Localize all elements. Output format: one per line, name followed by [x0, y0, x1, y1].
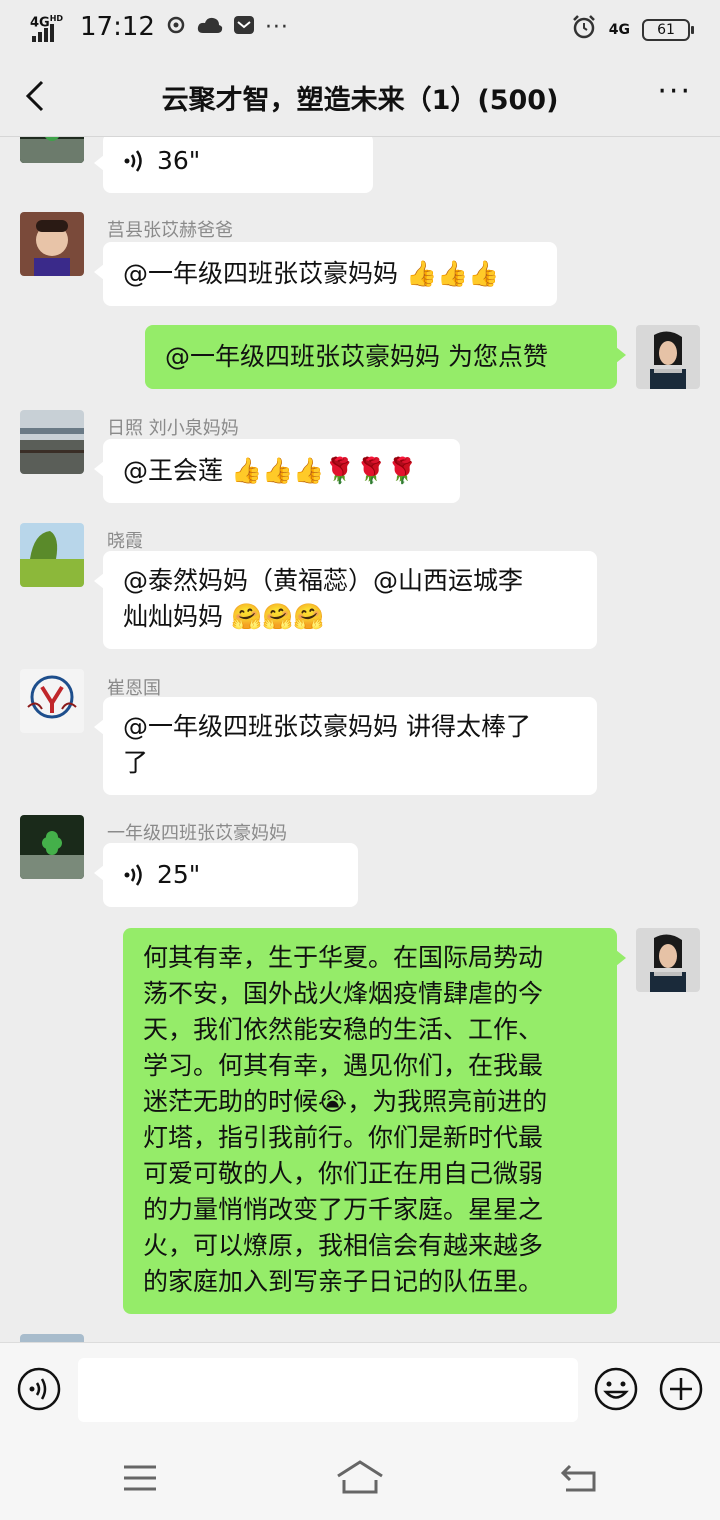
text-message[interactable]: 何其有幸，生于华夏。在国际局势动 荡不安，国外战火烽烟疫情肆虐的今 天，我们依然… [123, 928, 626, 1314]
voice-wave-icon [124, 150, 142, 172]
alarm-icon [571, 14, 597, 46]
chat-header: 云聚才智，塑造未来（1）(500) ··· [0, 56, 720, 137]
avatar[interactable] [20, 137, 84, 163]
lte-icon: 4G [608, 22, 630, 38]
avatar[interactable] [20, 212, 84, 276]
message-text: @一年级四班张苡豪妈妈 👍👍👍 [123, 259, 500, 288]
message-text-line: 灯塔，指引我前行。你们是新时代最 [143, 1123, 544, 1152]
cloud-icon [197, 15, 223, 40]
back-nav-icon[interactable] [560, 1462, 598, 1498]
message-input[interactable] [78, 1358, 578, 1422]
mail-icon [233, 15, 255, 40]
avatar[interactable] [20, 410, 84, 474]
chat-title: 云聚才智，塑造未来（1）(500) [161, 85, 559, 116]
signal-icon: 4GHD [30, 12, 64, 42]
avatar[interactable] [20, 815, 84, 879]
avatar[interactable] [20, 1334, 84, 1342]
message-text-line: 天，我们依然能安稳的生活、工作、 [143, 1015, 544, 1044]
message-text-line: @泰然妈妈（黄福蕊）@山西运城李 [123, 566, 524, 595]
plus-icon[interactable] [659, 1367, 703, 1411]
more-notifications-icon: ··· [264, 14, 289, 40]
avatar[interactable] [20, 523, 84, 587]
message-text-line: 火，可以燎原，我相信会有越来越多 [143, 1231, 544, 1260]
message-text-line: @一年级四班张苡豪妈妈 讲得太棒了 [123, 712, 531, 741]
message-text-line: 可爱可敬的人，你们正在用自己微弱 [143, 1159, 544, 1188]
message-list[interactable]: 36" 莒县张苡赫爸爸 @一年级四班张苡豪妈妈 👍👍👍 @一年级四班张苡豪妈妈 … [0, 137, 720, 1342]
message-text-line: 灿灿妈妈 🤗🤗🤗 [123, 602, 325, 631]
message-text-line: 学习。何其有幸，遇见你们，在我最 [143, 1051, 544, 1080]
sender-name: 晓霞 [107, 531, 143, 552]
more-options-icon[interactable]: ··· [657, 74, 692, 109]
emoji-icon[interactable] [594, 1367, 638, 1411]
menu-icon[interactable] [122, 1464, 158, 1496]
voice-message[interactable]: 36" [94, 137, 373, 193]
message-text: @王会莲 👍👍👍🌹🌹🌹 [123, 456, 418, 485]
message-text-line: 的家庭加入到写亲子日记的队伍里。 [143, 1267, 544, 1296]
text-message[interactable]: @王会莲 👍👍👍🌹🌹🌹 [94, 439, 460, 503]
avatar[interactable] [20, 669, 84, 733]
text-message[interactable]: @一年级四班张苡豪妈妈 为您点赞 [145, 325, 626, 389]
avatar[interactable] [636, 325, 700, 389]
sender-name: 莒县张苡赫爸爸 [107, 220, 233, 241]
text-message[interactable]: @一年级四班张苡豪妈妈 讲得太棒了 了 [94, 697, 597, 795]
input-bar [0, 1342, 720, 1437]
message-text-line: 荡不安，国外战火烽烟疫情肆虐的今 [143, 979, 544, 1008]
status-bar: 4GHD 17:12 ··· 4G 61 [0, 0, 720, 56]
voice-duration: 25" [157, 860, 201, 889]
system-nav-bar [0, 1436, 720, 1520]
sender-name: 日照 刘小泉妈妈 [107, 418, 239, 439]
voice-input-icon[interactable] [17, 1367, 61, 1411]
notification-icon [165, 14, 187, 41]
message-text-line: 的力量悄悄改变了万千家庭。星星之 [143, 1195, 544, 1224]
text-message[interactable]: @泰然妈妈（黄福蕊）@山西运城李 灿灿妈妈 🤗🤗🤗 [94, 551, 597, 649]
message-text-line: 了 [123, 748, 149, 777]
message-text: @一年级四班张苡豪妈妈 为您点赞 [165, 342, 548, 371]
text-message[interactable]: @一年级四班张苡豪妈妈 👍👍👍 [94, 242, 557, 306]
avatar[interactable] [636, 928, 700, 992]
voice-duration: 36" [157, 146, 201, 175]
battery-icon: 61 [642, 19, 694, 41]
home-icon[interactable] [336, 1460, 384, 1498]
sender-name: 一年级四班张苡豪妈妈 [107, 823, 287, 844]
message-text-line: 何其有幸，生于华夏。在国际局势动 [143, 943, 544, 972]
voice-wave-icon [124, 864, 142, 886]
clock-time: 17:12 [80, 12, 155, 42]
message-text-line: 迷茫无助的时候😭，为我照亮前进的 [143, 1087, 548, 1116]
voice-message[interactable]: 25" [94, 843, 358, 907]
